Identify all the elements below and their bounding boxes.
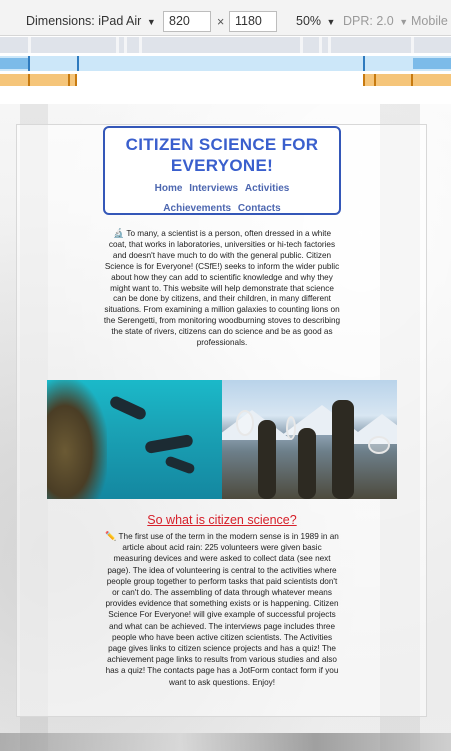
chevron-down-icon: ▼ [146,17,156,27]
zoom-value: 50% [296,14,322,28]
media-tick [75,74,77,86]
nav-activities[interactable]: Activities [245,183,289,194]
ruler-divider [300,37,303,53]
media-tick [363,56,365,71]
hikers-photo [222,380,397,499]
ruler-divider [139,37,142,53]
intro-paragraph: 🔬 To many, a scientist is a person, ofte… [103,228,341,349]
chevron-down-icon: ▼ [399,17,409,27]
times-separator: × [217,15,225,29]
media-tick [363,74,365,86]
person-shape [258,420,276,499]
device-dimensions-select[interactable]: Dimensions: iPad Air ▼ [26,14,156,28]
nav-home[interactable]: Home [155,183,183,194]
dpr-value: DPR: 2.0 [343,14,394,28]
media-tick [28,74,30,86]
background-image [0,733,451,751]
pencil-icon: ✏️ [105,531,117,541]
section-text: The first use of the term in the modern … [105,532,339,687]
media-block [363,74,451,86]
nav-interviews[interactable]: Interviews [189,183,238,194]
ruler-divider [328,37,331,53]
device-viewport: CITIZEN SCIENCE FOR EVERYONE! Home Inter… [0,104,451,751]
content-card: CITIZEN SCIENCE FOR EVERYONE! Home Inter… [16,124,427,717]
media-tick [28,56,30,71]
diver-shape [164,455,196,475]
site-header: CITIZEN SCIENCE FOR EVERYONE! Home Inter… [103,126,341,215]
media-tick [374,74,376,86]
main-nav: Home Interviews Activities Achievements … [105,179,339,219]
media-block [0,58,28,69]
devtools-toolbar: Dimensions: iPad Air ▼ 820 × 1180 50% ▼ … [0,0,451,36]
ruler-divider [124,37,127,53]
min-width-media-bar[interactable] [0,74,451,86]
media-tick [77,56,79,71]
media-tick [411,74,413,86]
diver-shape [108,394,148,422]
intro-text: To many, a scientist is a person, often … [103,229,341,348]
nav-contacts[interactable]: Contacts [238,203,281,214]
mobile-select[interactable]: Mobile [411,14,448,28]
site-title: CITIZEN SCIENCE FOR EVERYONE! [125,135,319,175]
device-label: Dimensions: iPad Air [26,14,142,28]
media-query-bar[interactable] [0,37,451,53]
ruler-divider [28,37,31,53]
width-input[interactable]: 820 [163,11,211,32]
media-block [0,74,77,86]
section-paragraph: ✏️ The first use of the term in the mode… [103,531,341,688]
chevron-down-icon: ▼ [326,17,336,27]
height-input[interactable]: 1180 [229,11,277,32]
microscope-icon: 🔬 [113,228,125,238]
diver-shape [144,433,194,455]
ruler-divider [116,37,119,53]
divers-photo [47,380,222,499]
person-shape [332,400,354,499]
butterfly-net-shape [368,436,390,454]
media-tick [68,74,70,86]
section-heading: So what is citizen science? [147,513,297,527]
max-width-media-bar[interactable] [0,56,451,71]
ruler-divider [319,37,322,53]
dpr-select[interactable]: DPR: 2.0 ▼ [343,14,408,28]
person-shape [298,428,316,499]
nav-achievements[interactable]: Achievements [163,203,231,214]
butterfly-net-shape [286,416,296,440]
ruler-divider [411,37,414,53]
reef-shape [47,380,107,499]
media-block [413,58,451,69]
zoom-select[interactable]: 50% ▼ [296,14,335,28]
butterfly-net-shape [236,410,254,436]
